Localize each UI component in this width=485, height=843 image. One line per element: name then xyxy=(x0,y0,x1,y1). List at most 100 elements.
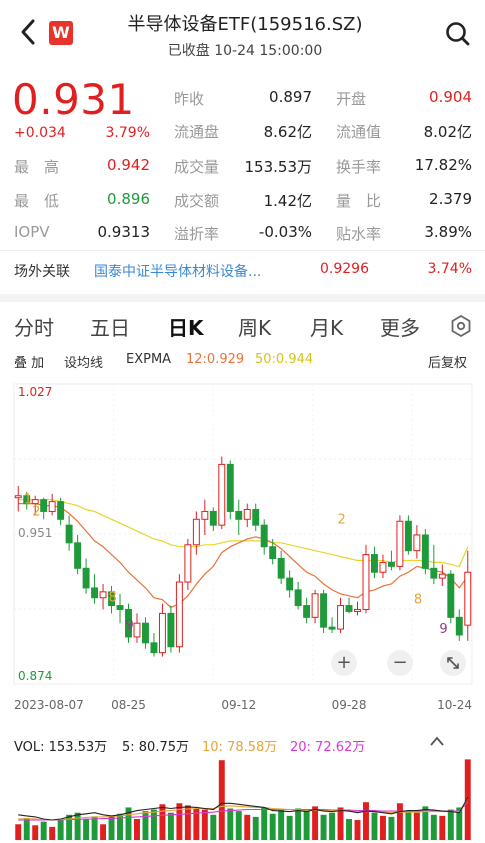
tab-five-day[interactable]: 五日 xyxy=(90,312,130,341)
candle-body xyxy=(447,573,455,618)
chevron-up-icon[interactable] xyxy=(430,735,444,751)
volume-bar xyxy=(32,825,39,840)
candle-body xyxy=(235,510,243,520)
price-change-pct: 3.79% xyxy=(105,125,150,141)
zoom-in-icon[interactable]: + xyxy=(331,650,357,676)
stat-value: 2.379 xyxy=(429,190,472,208)
candle-body xyxy=(192,518,200,546)
back-arrow-icon[interactable] xyxy=(14,14,44,50)
stat-label: 昨收 xyxy=(174,90,205,108)
volume-bar xyxy=(227,808,234,840)
volume-bar xyxy=(337,807,344,840)
volume-bar xyxy=(447,809,454,840)
candle-body xyxy=(337,605,345,630)
related-fund-pct: 3.74% xyxy=(427,261,472,277)
volume-bar xyxy=(57,820,64,840)
y-axis-max-label: 1.027 xyxy=(18,385,52,399)
candle-body xyxy=(57,501,65,520)
candle-body xyxy=(286,577,294,591)
volume-bar xyxy=(388,816,395,840)
candle-body xyxy=(294,589,302,607)
volume-bar xyxy=(244,814,251,840)
candle-body xyxy=(14,495,22,499)
candle-body xyxy=(243,508,251,520)
volume-bar xyxy=(167,812,174,840)
tab-weekly-k[interactable]: 周K xyxy=(238,312,271,341)
related-label: 场外关联 xyxy=(14,264,70,280)
candle-body xyxy=(421,534,429,569)
candle-body xyxy=(455,616,463,636)
volume-bar xyxy=(108,815,115,840)
chart-marker: 8 xyxy=(414,593,422,608)
stat-label: 最 高 xyxy=(14,158,60,176)
candle-body xyxy=(82,567,90,589)
volume-bar xyxy=(184,805,191,840)
volume-bar xyxy=(83,819,90,840)
volume-bar xyxy=(40,821,47,840)
volume-bar xyxy=(142,811,149,840)
candle-body xyxy=(48,501,56,512)
header-bar: W 半导体设备ETF(159516.SZ) 已收盘 10-24 15:00:00 xyxy=(0,0,485,70)
stat-value: 3.89% xyxy=(424,223,472,241)
related-fund-row[interactable]: 场外关联 国泰中证半导体材料设备... 0.9296 3.74% xyxy=(0,250,485,285)
volume-bar xyxy=(354,820,361,840)
stat-label: 量 比 xyxy=(336,192,382,210)
y-axis-min-label: 0.874 xyxy=(18,669,52,683)
candle-body xyxy=(413,534,421,552)
x-tick-label: 09-12 xyxy=(221,698,256,712)
candle-body xyxy=(269,546,277,560)
volume-bar xyxy=(23,817,30,840)
related-fund-value: 0.9296 xyxy=(320,261,369,277)
candle-body xyxy=(65,524,73,544)
volume-ma10: 10: 78.58万 xyxy=(202,740,278,755)
chart-marker: 8 xyxy=(109,591,117,606)
stat-value: 8.62亿 xyxy=(263,123,312,141)
tab-daily-k[interactable]: 日K xyxy=(168,312,204,341)
candle-body xyxy=(201,510,209,520)
overlay-button[interactable]: 叠 加 xyxy=(14,352,44,371)
price-change: +0.034 xyxy=(14,125,66,141)
adjust-button[interactable]: 后复权 xyxy=(428,352,467,371)
candle-body xyxy=(396,520,404,567)
stat-value: 17.82% xyxy=(414,156,472,174)
volume-bar xyxy=(320,814,327,840)
candle-body xyxy=(430,567,438,579)
last-price: 0.931 xyxy=(12,75,135,124)
candle-body xyxy=(303,605,311,618)
candle-body xyxy=(175,581,183,648)
volume-bar xyxy=(312,806,319,840)
stat-value: 0.904 xyxy=(429,88,472,106)
tab-intraday[interactable]: 分时 xyxy=(14,312,54,341)
volume-bar xyxy=(100,824,107,840)
candle-body xyxy=(40,499,48,512)
candle-body xyxy=(328,626,336,630)
chart-marker: 9 xyxy=(126,618,134,633)
volume-bar xyxy=(159,804,166,840)
ma-setting-button[interactable]: 设均线 xyxy=(64,352,103,371)
stat-value: 0.897 xyxy=(269,88,312,106)
candle-body xyxy=(387,561,395,567)
fullscreen-icon[interactable] xyxy=(440,650,466,676)
search-icon[interactable] xyxy=(444,20,472,48)
candle-body xyxy=(379,561,387,573)
candle-body xyxy=(362,554,370,610)
tab-monthly-k[interactable]: 月K xyxy=(310,312,343,341)
volume-ma20: 20: 72.62万 xyxy=(290,740,366,755)
zoom-out-icon[interactable]: − xyxy=(387,650,413,676)
candle-body xyxy=(226,463,234,512)
tab-more[interactable]: 更多 xyxy=(380,312,420,341)
period-tabs: 分时 五日 日K 周K 月K 更多 xyxy=(0,294,485,350)
candle-body xyxy=(167,612,175,648)
volume-bar xyxy=(278,809,285,840)
candle-body xyxy=(438,573,446,579)
volume-legend: VOL: 153.53万 5: 80.75万 10: 78.58万 20: 72… xyxy=(0,732,485,755)
candle-body xyxy=(404,520,412,552)
settings-hexagon-icon[interactable] xyxy=(450,314,472,342)
candle-body xyxy=(320,593,328,628)
expma-label[interactable]: EXPMA xyxy=(126,352,171,367)
related-fund-name[interactable]: 国泰中证半导体材料设备... xyxy=(94,261,261,281)
volume-bar xyxy=(346,819,352,840)
volume-bar xyxy=(150,809,157,840)
candle-body xyxy=(116,605,124,610)
y-axis-mid-label: 0.951 xyxy=(18,526,52,540)
